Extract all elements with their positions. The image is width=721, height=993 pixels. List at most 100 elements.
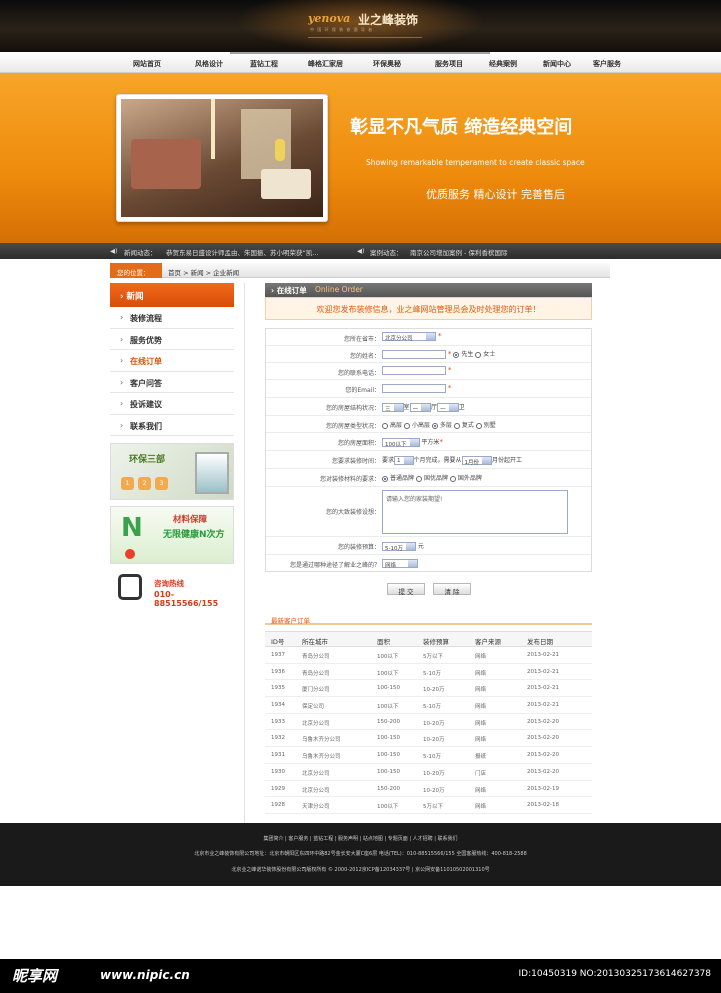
breadcrumb-path[interactable]: 首页 > 新闻 > 企业新闻 <box>168 267 239 277</box>
promo-material-title: 材料保障 <box>173 515 208 525</box>
required-mark: * <box>439 438 443 446</box>
tel-input[interactable] <box>382 366 446 375</box>
cell-budget: 10-20万 <box>423 687 445 694</box>
row-time: 您要求装修时间： 要求 1 个月完成，需要从 1月份 月份起开工 <box>266 451 591 469</box>
radio-material-national[interactable] <box>415 475 422 482</box>
cell-source: 网络 <box>475 687 487 694</box>
sidebar-item-faq[interactable]: › 客户问答 <box>110 372 234 393</box>
watermark-brand: 昵享网 <box>12 967 58 985</box>
sidebar-item-process[interactable]: › 装修流程 <box>110 307 234 329</box>
radio-material-foreign[interactable] <box>449 475 456 482</box>
nav-item-customer[interactable]: 客户服务 <box>593 59 621 69</box>
radio-female[interactable] <box>475 351 482 358</box>
cell-city: 青岛分公司 <box>302 670 330 677</box>
site-logo[interactable]: yenova 业之峰装饰 中 国 环 保 装 修 倡 导 者 <box>300 10 430 40</box>
table-row[interactable]: 1937 青岛分公司 100以下 5万以下 网络 2013-02-21 <box>265 647 592 664</box>
welcome-message: 欢迎您发布装修信息，业之峰网站管理员会及时处理您的订单！ <box>265 297 592 320</box>
promo-hotline[interactable]: 咨询热线 010-88515566/155 <box>110 569 234 607</box>
cell-city: 青岛分公司 <box>302 654 330 660</box>
radio-male[interactable] <box>453 351 460 358</box>
table-row[interactable]: 1929 北京分公司 150-200 10-20万 网络 2013-02-19 <box>265 781 592 798</box>
chevron-right-icon: › <box>120 399 124 408</box>
baths-select[interactable]: 一 <box>437 403 459 413</box>
idea-textarea[interactable]: 请输入您的家装期望! <box>382 490 568 534</box>
submit-button[interactable]: 提 交 <box>387 583 425 596</box>
radio-type-mid[interactable] <box>403 422 410 429</box>
area-select[interactable]: 100以下 <box>382 438 420 448</box>
source-select[interactable]: 网络 <box>382 559 418 569</box>
chevron-right-icon: › <box>120 334 124 344</box>
unit-bath: 卫 <box>458 404 465 411</box>
promo-material-letter: N <box>121 513 143 543</box>
nav-item-blue-diamond[interactable]: 蓝钻工程 <box>250 59 278 69</box>
radio-type-label: 小高层 <box>411 422 430 429</box>
required-mark: * <box>447 366 452 374</box>
table-row[interactable]: 1931 乌鲁木齐分公司 100-150 5-10万 报纸 2013-02-20 <box>265 747 592 764</box>
area-unit: 平方米 <box>421 439 440 446</box>
table-row[interactable]: 1933 北京分公司 150-200 10-20万 网络 2013-02-20 <box>265 714 592 731</box>
ticker-news-label: 新闻动态： <box>124 249 157 257</box>
promo-material[interactable]: N 材料保障 无限健康N次方 <box>110 506 234 564</box>
label-type: 您的房屋类型状况： <box>325 423 380 430</box>
sidebar-title[interactable]: › 新闻 <box>110 283 234 307</box>
chevron-right-icon: › <box>120 420 124 430</box>
cell-city: 保定公司 <box>302 704 325 711</box>
footer-links[interactable]: 集团简介 | 客户服务 | 蓝钻工程 | 服务声明 | 站点地图 | 专题页面 … <box>0 835 721 842</box>
cell-area: 100-150 <box>377 735 400 742</box>
radio-type-label: 多层 <box>439 422 452 429</box>
cell-date: 2013-02-20 <box>527 768 559 775</box>
cell-date: 2013-02-20 <box>527 718 559 725</box>
table-row[interactable]: 1936 青岛分公司 100以下 5-10万 网络 2013-02-21 <box>265 664 592 681</box>
email-input[interactable] <box>382 384 446 393</box>
table-header: ID号 所在城市 面积 装修预算 客户来源 发布日期 <box>265 631 592 647</box>
cell-date: 2013-02-20 <box>527 735 559 742</box>
row-material: 您对装修材料的要求： 普通品牌 国优品牌 国外品牌 <box>266 469 591 487</box>
sidebar-item-online-order[interactable]: › 在线订单 <box>110 350 234 372</box>
rooms-select[interactable]: 三 <box>382 403 404 413</box>
logo-cn: 业之峰装饰 <box>358 13 419 27</box>
nav-item-style-design[interactable]: 风格设计 <box>195 59 223 69</box>
row-idea: 您的大致装修设想： 请输入您的家装期望! <box>266 487 591 537</box>
cell-id: 1935 <box>271 685 285 692</box>
cell-date: 2013-02-19 <box>527 785 559 792</box>
clear-button[interactable]: 清 除 <box>433 583 471 596</box>
nav-item-eco[interactable]: 环保奥秘 <box>373 59 401 69</box>
order-title-en: Online Order <box>315 285 363 294</box>
nav-item-home-living[interactable]: 峰格汇家居 <box>308 59 343 69</box>
sidebar-item-advantage[interactable]: › 服务优势 <box>110 329 234 350</box>
radio-type-multi[interactable] <box>431 422 438 429</box>
name-input[interactable] <box>382 350 446 359</box>
cell-date: 2013-02-21 <box>527 668 559 675</box>
sidebar-item-contact[interactable]: › 联系我们 <box>110 415 234 436</box>
table-row[interactable]: 1932 乌鲁木齐分公司 100-150 10-20万 网络 2013-02-20 <box>265 730 592 748</box>
halls-select[interactable]: 一 <box>409 403 432 413</box>
ticker-case-text[interactable]: 南京公司增加案例 - 保利香槟国际 <box>410 247 507 257</box>
label-idea: 您的大致装修设想： <box>325 509 380 516</box>
start-month-select[interactable]: 1月份 <box>461 456 493 466</box>
interior-image <box>121 99 323 217</box>
nav-item-cases[interactable]: 经典案例 <box>489 59 517 69</box>
radio-type-label: 复式 <box>461 422 474 429</box>
table-row[interactable]: 1928 天津分公司 100以下 5万以下 网络 2013-02-18 <box>265 797 592 814</box>
ticker-news-text[interactable]: 恭贺东易日盛设计师孟由、朱国振、苏小明荣获“凯... <box>166 247 319 257</box>
radio-material-normal[interactable] <box>382 475 388 482</box>
province-select[interactable]: 北京分公司 <box>382 332 436 342</box>
cell-city: 北京分公司 <box>302 720 330 727</box>
nav-item-services[interactable]: 服务项目 <box>435 59 463 69</box>
banner-photo <box>116 94 328 222</box>
sidebar-item-label: 联系我们 <box>130 421 162 431</box>
breadcrumb: 您的位置： 首页 > 新闻 > 企业新闻 <box>110 263 610 278</box>
table-row[interactable]: 1930 北京分公司 100-150 10-20万 门店 2013-02-20 <box>265 764 592 781</box>
radio-type-high[interactable] <box>382 422 388 429</box>
promo-eco-steps[interactable]: 环保三部 1 2 3 <box>110 443 234 500</box>
table-row[interactable]: 1934 保定公司 100以下 5-10万 网络 2013-02-21 <box>265 697 592 714</box>
nav-item-news[interactable]: 新闻中心 <box>543 59 571 69</box>
duration-select[interactable]: 1 <box>394 456 414 465</box>
step-badge: 2 <box>138 477 151 490</box>
sidebar-item-complaint[interactable]: › 投诉建议 <box>110 393 234 415</box>
radio-type-villa[interactable] <box>475 422 482 429</box>
nav-item-home[interactable]: 网站首页 <box>133 59 161 69</box>
table-row[interactable]: 1935 厦门分公司 100-150 10-20万 网络 2013-02-21 <box>265 680 592 698</box>
radio-type-duplex[interactable] <box>453 422 460 429</box>
budget-select[interactable]: 5-10万 <box>382 542 416 552</box>
